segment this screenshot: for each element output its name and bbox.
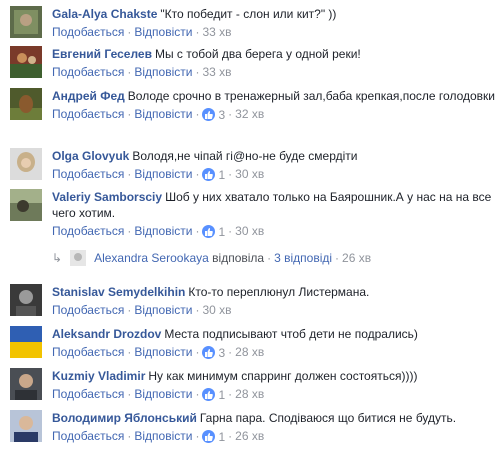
comment-text: Кто-то переплюнул Листермана.	[188, 285, 370, 299]
avatar[interactable]	[10, 88, 42, 120]
reply-link[interactable]: Відповісти	[134, 387, 192, 401]
avatar	[70, 250, 87, 266]
reply-link[interactable]: Відповісти	[134, 65, 192, 79]
like-count-badge[interactable]: 1	[202, 387, 225, 403]
avatar[interactable]	[10, 368, 42, 400]
avatar[interactable]	[10, 6, 42, 38]
like-link[interactable]: Подобається	[52, 25, 124, 39]
replies-summary[interactable]: ↳ Alexandra Serookaya відповіла · 3 відпові…	[52, 250, 371, 266]
comment-time[interactable]: 26 хв	[235, 429, 264, 443]
comment-time[interactable]: 30 хв	[235, 167, 264, 181]
like-count-badge[interactable]: 1	[202, 224, 225, 240]
comment-text: Гарна пара. Сподіваюся що битися не буду…	[199, 411, 457, 425]
comment-time[interactable]: 30 хв	[235, 224, 264, 238]
comment-text: Ну как минимум спарринг должен состоятьс…	[148, 369, 418, 383]
reply-arrow-icon: ↳	[52, 251, 63, 265]
comment-time[interactable]: 32 хв	[235, 107, 264, 121]
comment-author[interactable]: Gala-Alya Chakste	[52, 7, 157, 21]
comment-author[interactable]: Евгений Геселев	[52, 47, 152, 61]
avatar[interactable]	[10, 326, 42, 358]
comment-time[interactable]: 33 хв	[202, 25, 231, 39]
thumbs-up-icon	[202, 224, 216, 238]
comment-author[interactable]: Olga Glovyuk	[52, 149, 129, 163]
comment-text: Мы с тобой два берега у одной реки!	[154, 47, 361, 61]
comment-author[interactable]: Володимир Яблонський	[52, 411, 197, 425]
reply-count-link[interactable]: 3 відповіді	[274, 251, 332, 265]
like-link[interactable]: Подобається	[52, 429, 124, 443]
like-count-badge[interactable]: 1	[202, 167, 225, 183]
like-link[interactable]: Подобається	[52, 345, 124, 359]
comment-time[interactable]: 28 хв	[235, 387, 264, 401]
comment-author[interactable]: Stanislav Semydelkihin	[52, 285, 185, 299]
comment-author[interactable]: Kuzmiy Vladimir	[52, 369, 145, 383]
like-link[interactable]: Подобається	[52, 107, 124, 121]
comment-author[interactable]: Андрей Фед	[52, 89, 125, 103]
reply-link[interactable]: Відповісти	[134, 25, 192, 39]
like-link[interactable]: Подобається	[52, 65, 124, 79]
like-link[interactable]: Подобається	[52, 387, 124, 401]
reply-link[interactable]: Відповісти	[134, 303, 192, 317]
like-count-badge[interactable]: 1	[202, 429, 225, 445]
thumbs-up-icon	[202, 167, 216, 181]
thumbs-up-icon	[202, 345, 216, 359]
like-link[interactable]: Подобається	[52, 224, 124, 238]
comment-text: Места подписывают чтоб дети не подрались…	[164, 327, 418, 341]
like-count-badge[interactable]: 3	[202, 107, 225, 123]
comment-time[interactable]: 33 хв	[202, 65, 231, 79]
comment-time[interactable]: 28 хв	[235, 345, 264, 359]
avatar[interactable]	[10, 148, 42, 180]
avatar[interactable]	[10, 410, 42, 442]
avatar[interactable]	[10, 284, 42, 316]
avatar[interactable]	[10, 46, 42, 78]
avatar[interactable]	[10, 189, 42, 221]
comment-time[interactable]: 30 хв	[202, 303, 231, 317]
reply-time[interactable]: 26 хв	[342, 251, 371, 265]
comment-author[interactable]: Valeriy Samborsciy	[52, 190, 162, 204]
comment-author[interactable]: Aleksandr Drozdov	[52, 327, 161, 341]
thumbs-up-icon	[202, 387, 216, 401]
thumbs-up-icon	[202, 107, 216, 121]
comment-text: "Кто победит - слон или кит?" ))	[160, 7, 337, 21]
reply-link[interactable]: Відповісти	[134, 167, 192, 181]
reply-link[interactable]: Відповісти	[134, 345, 192, 359]
comment-text: Володя,не чіпай гі@но-не буде смердіти	[132, 149, 358, 163]
like-link[interactable]: Подобається	[52, 167, 124, 181]
reply-action: відповіла	[212, 251, 265, 265]
reply-link[interactable]: Відповісти	[134, 107, 192, 121]
reply-link[interactable]: Відповісти	[134, 429, 192, 443]
reply-author[interactable]: Alexandra Serookaya	[94, 251, 209, 265]
thumbs-up-icon	[202, 429, 216, 443]
comment-text: Володе срочно в тренажерный зал,баба кре…	[127, 89, 495, 103]
reply-link[interactable]: Відповісти	[134, 224, 192, 238]
like-count-badge[interactable]: 3	[202, 345, 225, 361]
like-link[interactable]: Подобається	[52, 303, 124, 317]
